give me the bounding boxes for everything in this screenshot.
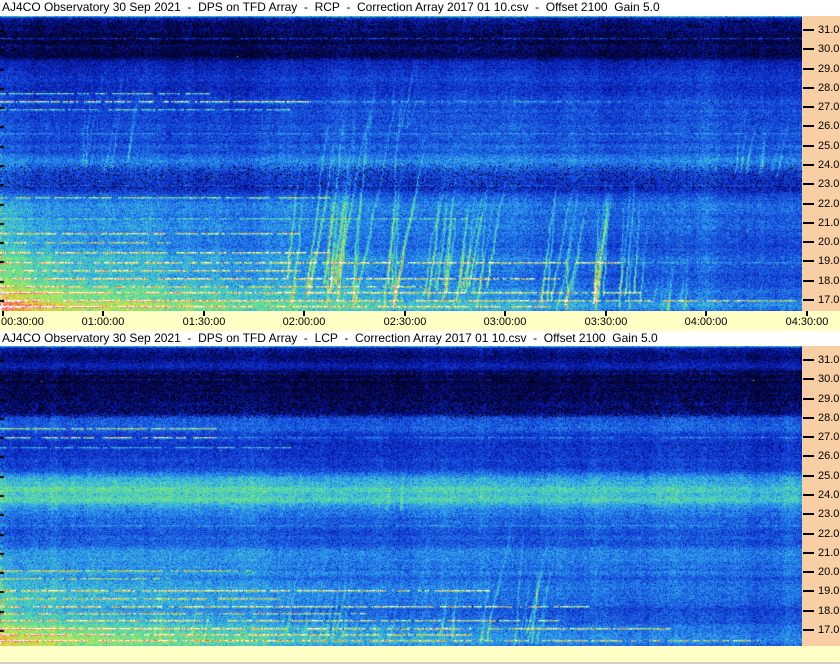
spectrograph-window: AJ4CO Observatory 30 Sep 2021 - DPS on T… — [0, 0, 840, 664]
freq-tick-label: 31.0 — [818, 24, 840, 36]
time-tick-label: 04:00:00 — [684, 316, 728, 328]
time-tick-label: 04:30:00 — [785, 316, 829, 328]
freq-tick-label: 21.0 — [818, 547, 840, 559]
freq-tick-label: 28.0 — [818, 412, 840, 424]
frequency-axis-rcp: 31.0 30.0 29.0 28.0 27.0 26.0 25.0 24.0 23.0 22.0… — [802, 16, 840, 311]
spectrogram-plot-lcp[interactable] — [0, 346, 802, 646]
freq-tick-label: 31.0 — [818, 354, 840, 366]
freq-tick — [803, 629, 814, 631]
freq-tick-label: 30.0 — [818, 373, 840, 385]
freq-tick — [803, 183, 814, 185]
time-tick-label: 02:30:00 — [383, 316, 427, 328]
freq-tick — [803, 494, 814, 496]
freq-tick-label: 30.0 — [818, 43, 840, 55]
freq-tick — [803, 241, 814, 243]
spectrogram-panel-rcp: 31.0 30.0 29.0 28.0 27.0 26.0 25.0 24.0 23.0 22.0… — [0, 16, 840, 311]
freq-tick — [803, 48, 814, 50]
freq-tick-label: 24.0 — [818, 489, 840, 501]
freq-tick-label: 26.0 — [818, 450, 840, 462]
panel-title-lcp: AJ4CO Observatory 30 Sep 2021 - DPS on T… — [0, 331, 840, 346]
freq-tick-label: 25.0 — [818, 470, 840, 482]
freq-tick-label: 27.0 — [818, 431, 840, 443]
freq-tick — [803, 87, 814, 89]
freq-tick — [803, 417, 814, 419]
freq-tick — [803, 552, 814, 554]
freq-tick — [803, 29, 814, 31]
freq-tick-label: 22.0 — [818, 528, 840, 540]
freq-tick-label: 23.0 — [818, 508, 840, 520]
panel-title-rcp: AJ4CO Observatory 30 Sep 2021 - DPS on T… — [0, 0, 840, 16]
freq-tick-label: 20.0 — [818, 236, 840, 248]
freq-tick-label: 24.0 — [818, 159, 840, 171]
freq-tick-label: 25.0 — [818, 140, 840, 152]
freq-tick-label: 18.0 — [818, 605, 840, 617]
freq-tick — [803, 610, 814, 612]
freq-tick — [803, 299, 814, 301]
freq-tick — [803, 398, 814, 400]
freq-tick-label: 19.0 — [818, 585, 840, 597]
freq-tick-label: 28.0 — [818, 82, 840, 94]
freq-tick-label: 20.0 — [818, 566, 840, 578]
time-tick-label: 00:30:00 — [1, 316, 44, 328]
freq-tick — [803, 590, 814, 592]
freq-tick — [803, 280, 814, 282]
freq-tick-label: 17.0 — [818, 624, 840, 636]
freq-tick — [803, 145, 814, 147]
freq-tick-label: 27.0 — [818, 101, 840, 113]
freq-tick-label: 19.0 — [818, 255, 840, 267]
time-tick-label: 01:30:00 — [182, 316, 226, 328]
freq-tick — [803, 475, 814, 477]
freq-tick — [803, 533, 814, 535]
freq-tick-label: 29.0 — [818, 393, 840, 405]
freq-tick — [803, 68, 814, 70]
freq-tick — [803, 455, 814, 457]
frequency-axis-lcp: 31.0 30.0 29.0 28.0 27.0 26.0 25.0 24.0 23.0 22.0… — [802, 346, 840, 646]
freq-tick-label: 22.0 — [818, 198, 840, 210]
time-tick-label: 03:30:00 — [584, 316, 628, 328]
freq-tick — [803, 203, 814, 205]
time-tick-label: 01:00:00 — [81, 316, 125, 328]
freq-tick — [803, 164, 814, 166]
freq-tick — [803, 125, 814, 127]
freq-tick-label: 29.0 — [818, 63, 840, 75]
spectrogram-plot-rcp[interactable] — [0, 16, 802, 311]
time-axis: 00:30:00 01:00:00 01:30:00 02:00:00 02:30:00… — [0, 311, 840, 331]
freq-tick — [803, 378, 814, 380]
time-tick-label: 03:00:00 — [483, 316, 527, 328]
freq-tick — [803, 359, 814, 361]
freq-tick — [803, 513, 814, 515]
freq-tick — [803, 436, 814, 438]
freq-tick — [803, 571, 814, 573]
freq-tick — [803, 260, 814, 262]
freq-tick-label: 26.0 — [818, 120, 840, 132]
time-axis-clipped — [0, 646, 840, 662]
time-tick-label: 02:00:00 — [282, 316, 326, 328]
freq-tick — [803, 222, 814, 224]
freq-tick — [803, 106, 814, 108]
freq-tick-label: 23.0 — [818, 178, 840, 190]
freq-tick-label: 17.0 — [818, 294, 840, 306]
spectrogram-panel-lcp: 31.0 30.0 29.0 28.0 27.0 26.0 25.0 24.0 23.0 22.0… — [0, 346, 840, 646]
freq-tick-label: 18.0 — [818, 275, 840, 287]
freq-tick-label: 21.0 — [818, 217, 840, 229]
